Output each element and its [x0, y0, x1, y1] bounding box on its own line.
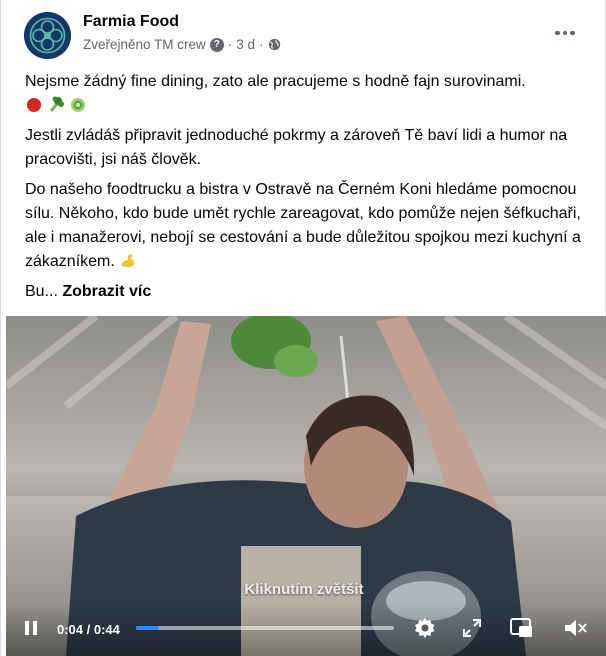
- paragraph-3: Do našeho foodtrucku a bistra v Ostravě …: [25, 178, 590, 274]
- paragraph-1-text: Nejsme žádný fine dining, zato ale pracu…: [25, 73, 526, 90]
- time-display: 0:04 / 0:44: [57, 622, 120, 637]
- meta-separator: ·: [227, 37, 233, 52]
- progress-bar[interactable]: [136, 626, 394, 630]
- post-header: Farmia Food Zveřejněno TM crew ? · 3 d ·: [1, 0, 606, 64]
- post-meta: Zveřejněno TM crew ? · 3 d ·: [83, 37, 281, 52]
- paragraph-4: Bu... Zobrazit víc: [25, 280, 590, 304]
- muted-icon[interactable]: [562, 617, 588, 639]
- flexed-biceps-icon: [121, 254, 135, 267]
- page-name[interactable]: Farmia Food: [83, 13, 179, 31]
- globe-icon: [268, 38, 280, 51]
- question-icon[interactable]: ?: [209, 37, 224, 52]
- truncated-text: Bu...: [25, 283, 58, 300]
- progress-fill: [136, 626, 160, 630]
- paragraph-3-text: Do našeho foodtrucku a bistra v Ostravě …: [25, 181, 581, 270]
- mini-player-icon[interactable]: [509, 617, 533, 639]
- dot-icon: [555, 30, 560, 36]
- fullscreen-icon[interactable]: [462, 618, 482, 638]
- post-card: Farmia Food Zveřejněno TM crew ? · 3 d ·…: [0, 0, 606, 656]
- paragraph-2: Jestli zvládáš připravit jednoduché pokr…: [25, 127, 568, 168]
- meta-separator: ·: [259, 37, 264, 52]
- video-controls: 0:04 / 0:44: [6, 602, 606, 656]
- dot-icon: [570, 30, 575, 36]
- post-time[interactable]: 3 d: [236, 37, 255, 52]
- see-more-link[interactable]: Zobrazit víc: [62, 283, 151, 300]
- post-text: Nejsme žádný fine dining, zato ale pracu…: [25, 70, 590, 310]
- leafy-green-icon: [71, 98, 85, 112]
- more-options-button[interactable]: [550, 22, 580, 44]
- tomato-icon: [27, 98, 41, 112]
- paragraph-1: Nejsme žádný fine dining, zato ale pracu…: [25, 70, 590, 118]
- posted-by[interactable]: Zveřejněno TM crew: [83, 37, 206, 52]
- settings-icon[interactable]: [413, 616, 437, 640]
- dot-icon: [562, 30, 568, 36]
- broccoli-icon: [49, 96, 64, 112]
- page-avatar[interactable]: [24, 12, 71, 59]
- pause-icon[interactable]: [24, 620, 38, 636]
- click-to-enlarge-hint: Kliknutím zvětšit: [244, 581, 364, 598]
